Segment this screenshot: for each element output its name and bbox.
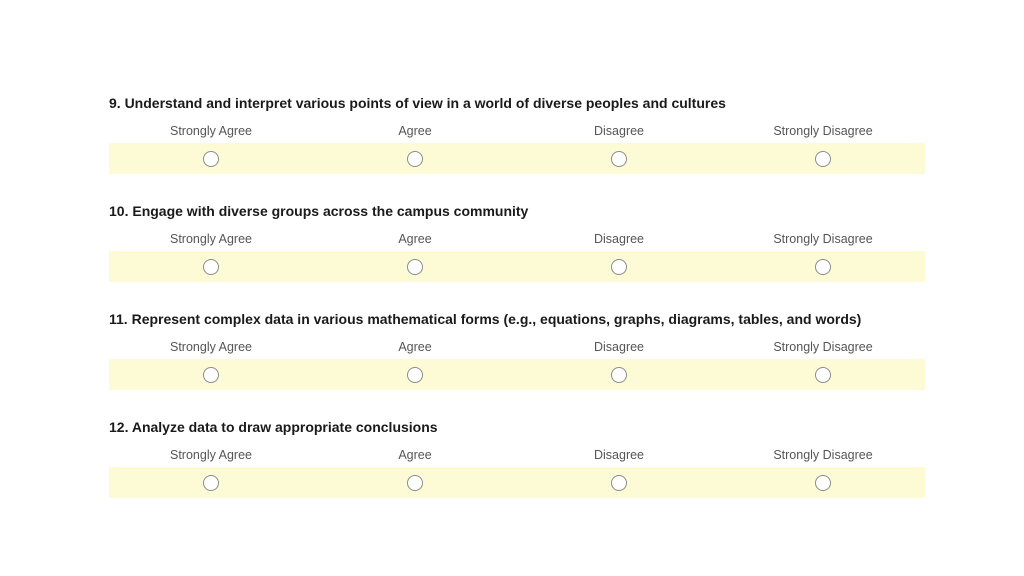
radio-cell-strongly-agree[interactable] xyxy=(109,251,313,282)
survey-form: 9. Understand and interpret various poin… xyxy=(109,92,925,524)
radio-strongly-disagree[interactable] xyxy=(815,150,831,167)
radio-cell-agree[interactable] xyxy=(313,143,517,174)
scale-labels: Strongly Agree Agree Disagree Strongly D… xyxy=(109,447,925,463)
radio-strongly-disagree[interactable] xyxy=(815,366,831,383)
scale-label-strongly-disagree: Strongly Disagree xyxy=(773,448,873,462)
radio-agree[interactable] xyxy=(407,474,423,491)
scale-label-strongly-disagree: Strongly Disagree xyxy=(773,232,873,246)
radio-cell-agree[interactable] xyxy=(313,467,517,498)
scale-label-strongly-agree: Strongly Agree xyxy=(170,124,252,138)
radio-cell-agree[interactable] xyxy=(313,251,517,282)
radio-cell-disagree[interactable] xyxy=(517,251,721,282)
radio-strongly-agree[interactable] xyxy=(203,258,219,275)
radio-cell-strongly-disagree[interactable] xyxy=(721,467,925,498)
answer-row xyxy=(109,467,925,498)
radio-cell-disagree[interactable] xyxy=(517,359,721,390)
answer-row xyxy=(109,143,925,174)
radio-cell-strongly-agree[interactable] xyxy=(109,143,313,174)
question-title: 10. Engage with diverse groups across th… xyxy=(109,203,529,219)
radio-agree[interactable] xyxy=(407,258,423,275)
question-10: 10. Engage with diverse groups across th… xyxy=(109,200,925,308)
scale-label-disagree: Disagree xyxy=(593,232,645,246)
radio-cell-strongly-agree[interactable] xyxy=(109,359,313,390)
scale-label-strongly-disagree: Strongly Disagree xyxy=(773,340,873,354)
radio-cell-strongly-disagree[interactable] xyxy=(721,359,925,390)
scale-label-disagree: Disagree xyxy=(593,124,645,138)
radio-agree[interactable] xyxy=(407,366,423,383)
answer-row xyxy=(109,251,925,282)
scale-label-disagree: Disagree xyxy=(593,340,645,354)
radio-cell-strongly-agree[interactable] xyxy=(109,467,313,498)
scale-label-strongly-agree: Strongly Agree xyxy=(170,448,252,462)
radio-cell-agree[interactable] xyxy=(313,359,517,390)
radio-cell-strongly-disagree[interactable] xyxy=(721,251,925,282)
question-11: 11. Represent complex data in various ma… xyxy=(109,308,925,416)
radio-cell-disagree[interactable] xyxy=(517,467,721,498)
radio-disagree[interactable] xyxy=(611,474,627,491)
question-title: 9. Understand and interpret various poin… xyxy=(109,95,726,111)
radio-agree[interactable] xyxy=(407,150,423,167)
radio-cell-strongly-disagree[interactable] xyxy=(721,143,925,174)
scale-labels: Strongly Agree Agree Disagree Strongly D… xyxy=(109,339,925,355)
radio-cell-disagree[interactable] xyxy=(517,143,721,174)
scale-labels: Strongly Agree Agree Disagree Strongly D… xyxy=(109,123,925,139)
scale-labels: Strongly Agree Agree Disagree Strongly D… xyxy=(109,231,925,247)
radio-strongly-disagree[interactable] xyxy=(815,474,831,491)
scale-label-agree: Agree xyxy=(398,232,432,246)
scale-label-agree: Agree xyxy=(398,340,432,354)
radio-strongly-agree[interactable] xyxy=(203,150,219,167)
scale-label-strongly-agree: Strongly Agree xyxy=(170,232,252,246)
scale-label-agree: Agree xyxy=(398,448,432,462)
scale-label-strongly-disagree: Strongly Disagree xyxy=(773,124,873,138)
radio-strongly-agree[interactable] xyxy=(203,366,219,383)
radio-disagree[interactable] xyxy=(611,258,627,275)
scale-label-strongly-agree: Strongly Agree xyxy=(170,340,252,354)
question-title: 11. Represent complex data in various ma… xyxy=(109,311,862,327)
radio-disagree[interactable] xyxy=(611,150,627,167)
scale-label-agree: Agree xyxy=(398,124,432,138)
radio-disagree[interactable] xyxy=(611,366,627,383)
radio-strongly-disagree[interactable] xyxy=(815,258,831,275)
question-title: 12. Analyze data to draw appropriate con… xyxy=(109,419,438,435)
question-12: 12. Analyze data to draw appropriate con… xyxy=(109,416,925,524)
answer-row xyxy=(109,359,925,390)
question-9: 9. Understand and interpret various poin… xyxy=(109,92,925,200)
radio-strongly-agree[interactable] xyxy=(203,474,219,491)
scale-label-disagree: Disagree xyxy=(593,448,645,462)
